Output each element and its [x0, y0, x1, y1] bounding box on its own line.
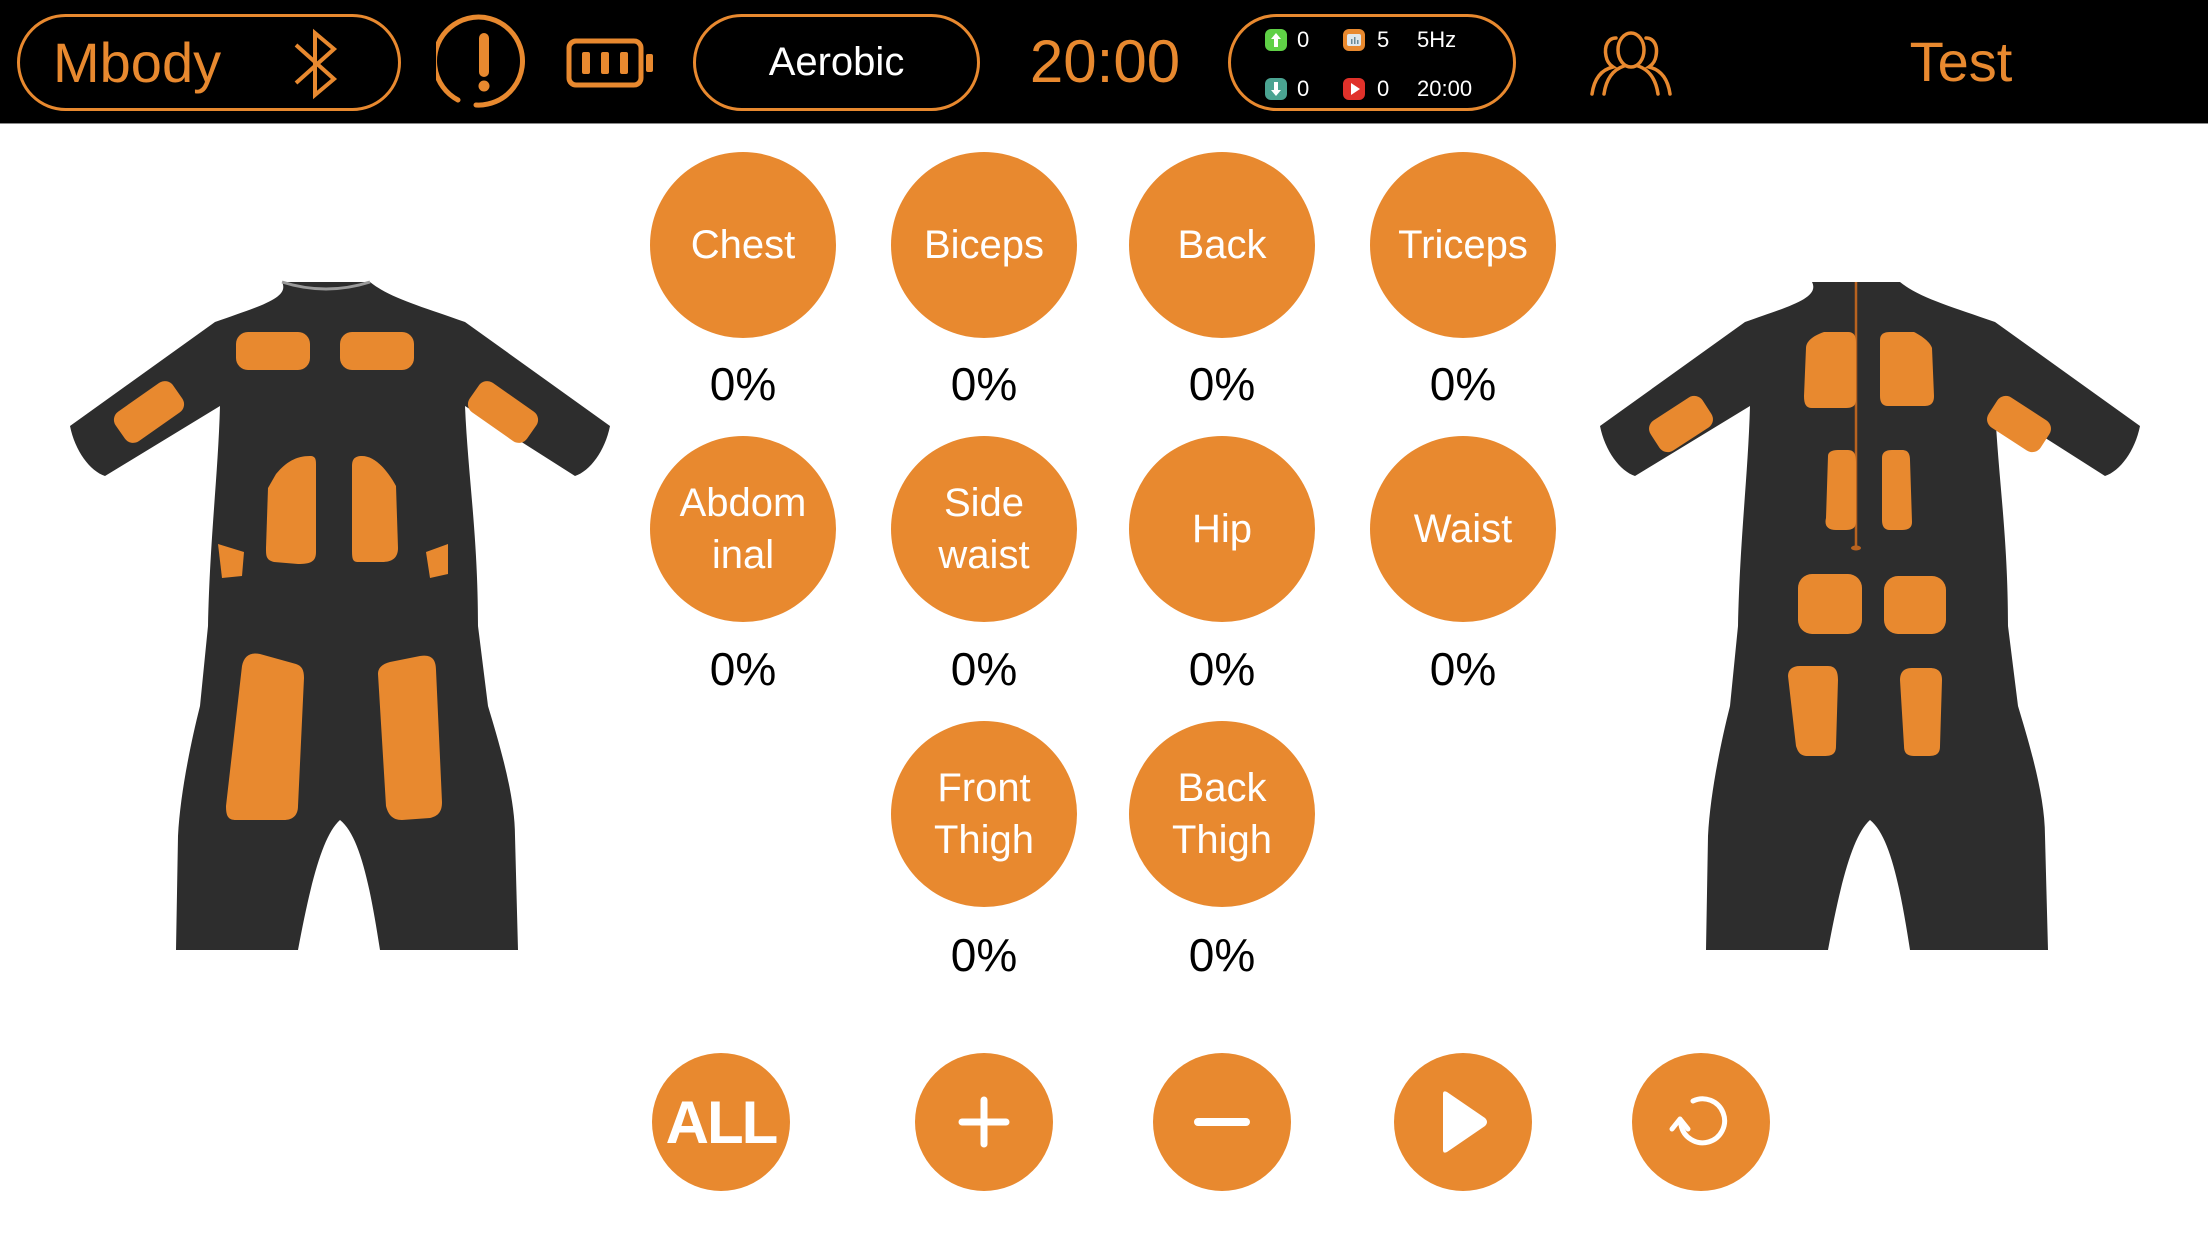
session-stats-panel: 0 5 5Hz 0 0 20:00: [1228, 14, 1516, 111]
play-button[interactable]: [1394, 1053, 1532, 1191]
duration-readout: 20:00: [1417, 76, 1473, 101]
zone-back-thigh-button[interactable]: Back Thigh: [1129, 721, 1315, 907]
increase-button[interactable]: [915, 1053, 1053, 1191]
zone-side-waist-button[interactable]: Side waist: [891, 436, 1077, 622]
pad-backthigh-right: [1900, 668, 1942, 756]
users-group-icon[interactable]: [1586, 28, 1676, 96]
zone-side-waist-percent: 0%: [950, 643, 1018, 695]
zone-biceps-button[interactable]: Biceps: [891, 152, 1077, 338]
pad-chest-right: [340, 332, 414, 370]
zone-waist-button[interactable]: Waist: [1370, 436, 1556, 622]
select-all-button[interactable]: ALL: [652, 1053, 790, 1191]
program-count: 5: [1377, 27, 1390, 52]
zone-waist-percent: 0%: [1429, 643, 1497, 695]
zone-hip-button[interactable]: Hip: [1129, 436, 1315, 622]
zone-chest-button[interactable]: Chest: [650, 152, 836, 338]
zone-hip-percent: 0%: [1188, 643, 1256, 695]
pad-waist-right: [1882, 450, 1912, 530]
zone-back-thigh-percent: 0%: [1188, 929, 1256, 981]
exclamation-circle-icon[interactable]: [436, 14, 532, 110]
minus-icon: [1194, 1118, 1250, 1126]
user-name[interactable]: Test: [1880, 30, 2042, 94]
arrow-up-icon: [1265, 29, 1287, 51]
pad-chest-left: [236, 332, 310, 370]
mode-label: Aerobic: [768, 40, 905, 84]
plus-icon: [958, 1096, 1010, 1148]
reset-icon: [1669, 1096, 1728, 1146]
pad-back-right: [1880, 332, 1934, 406]
zone-biceps-percent: 0%: [950, 358, 1018, 410]
suit-body: [1600, 282, 2140, 950]
play-icon: [1443, 1091, 1487, 1153]
zone-triceps-button[interactable]: Triceps: [1370, 152, 1556, 338]
select-all-label: ALL: [665, 1088, 779, 1156]
pad-hip-right: [1884, 576, 1946, 634]
pad-back-left: [1804, 332, 1856, 408]
down-count: 0: [1297, 76, 1310, 101]
zone-chest-percent: 0%: [709, 358, 777, 410]
up-count: 0: [1297, 27, 1310, 52]
suit-front-view: [70, 280, 610, 950]
zone-back-button[interactable]: Back: [1129, 152, 1315, 338]
zone-triceps-percent: 0%: [1429, 358, 1497, 410]
zone-back-percent: 0%: [1188, 358, 1256, 410]
decrease-button[interactable]: [1153, 1053, 1291, 1191]
zone-front-thigh-percent: 0%: [950, 929, 1018, 981]
bluetooth-icon: [294, 28, 338, 100]
pad-thigh-right: [378, 655, 442, 820]
top-bar: Mbody Aerobic 20:00 0 5 5Hz 0 0 20:00 Te…: [0, 0, 2208, 124]
suit-back-view: [1600, 282, 2140, 950]
reset-button[interactable]: [1632, 1053, 1770, 1191]
pad-hip-left: [1798, 574, 1862, 634]
play-badge-icon: [1343, 78, 1365, 100]
play-count: 0: [1377, 76, 1390, 101]
zone-abdominal-percent: 0%: [709, 643, 777, 695]
zone-front-thigh-button[interactable]: Front Thigh: [891, 721, 1077, 907]
battery-icon: [566, 38, 653, 88]
suit-body: [70, 282, 610, 950]
zone-abdominal-button[interactable]: Abdom inal: [650, 436, 836, 622]
arrow-down-icon: [1265, 78, 1287, 100]
program-icon: [1343, 29, 1365, 51]
mode-selector-button[interactable]: Aerobic: [693, 14, 980, 111]
brand-name: Mbody: [53, 31, 222, 94]
pad-waist-left: [1825, 450, 1856, 530]
frequency-readout: 5Hz: [1417, 27, 1457, 52]
session-timer: 20:00: [1029, 28, 1181, 95]
device-connection-button[interactable]: Mbody: [17, 14, 401, 111]
